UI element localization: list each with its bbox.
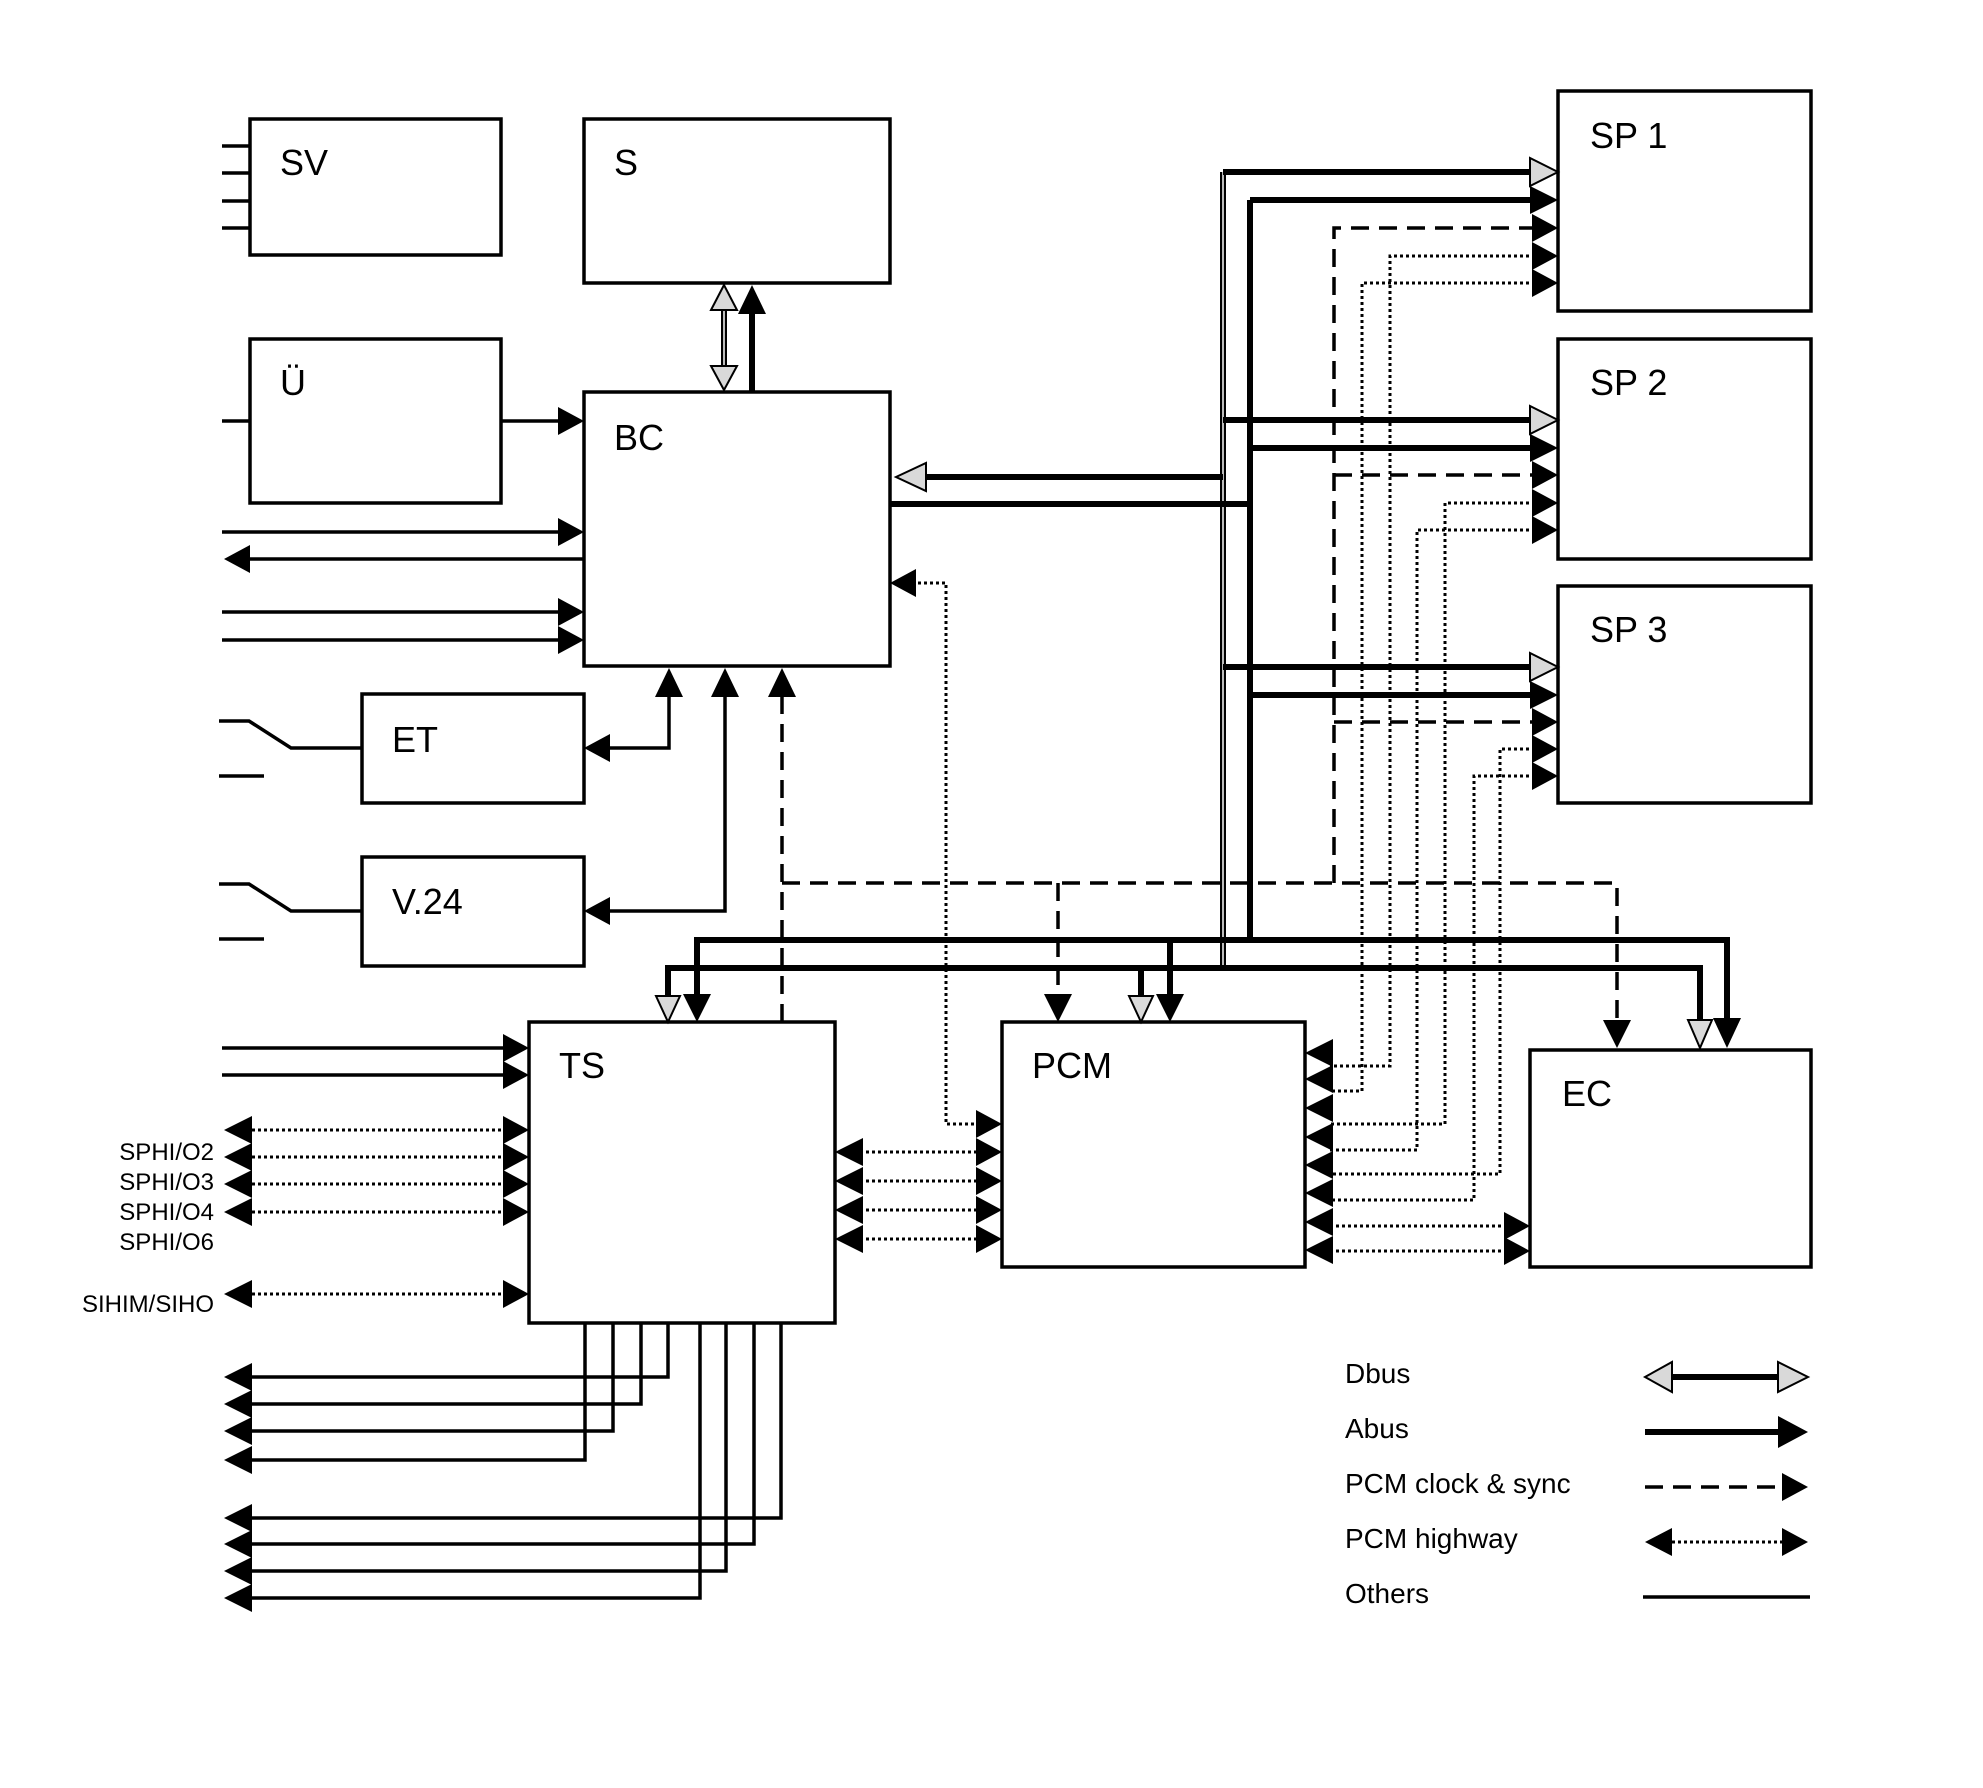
label-sphio3: SPHI/O3 bbox=[119, 1169, 214, 1196]
block-sv-label: SV bbox=[280, 142, 328, 183]
block-sv: SV bbox=[248, 117, 503, 257]
label-sphio6: SPHI/O6 bbox=[119, 1229, 214, 1256]
block-ts: TS bbox=[527, 1020, 837, 1325]
block-sp1: SP 1 bbox=[1556, 89, 1813, 313]
legend-item-dbus: Dbus bbox=[1345, 1358, 1811, 1394]
block-ue-label: Ü bbox=[280, 362, 306, 403]
block-pcm: PCM bbox=[1000, 1020, 1307, 1269]
block-v24: V.24 bbox=[360, 855, 586, 968]
pcm-left-pin-arrows bbox=[976, 1110, 1002, 1253]
block-ue: Ü bbox=[248, 337, 503, 505]
legend-label-others: Others bbox=[1345, 1578, 1429, 1609]
pcm-right-pin-arrows bbox=[1305, 1039, 1333, 1264]
et-bc-line bbox=[584, 668, 683, 762]
ts-bottom-outputs bbox=[224, 1323, 783, 1612]
block-sp2-label: SP 2 bbox=[1590, 362, 1667, 403]
block-ec-label: EC bbox=[1562, 1073, 1612, 1114]
block-ec: EC bbox=[1528, 1048, 1813, 1269]
block-sp3: SP 3 bbox=[1556, 584, 1813, 805]
legend-item-others: Others bbox=[1345, 1578, 1810, 1609]
legend-item-abus: Abus bbox=[1345, 1413, 1808, 1448]
pcm-clock-sync-lines bbox=[768, 226, 1631, 1048]
legend-item-pcm-clock-sync: PCM clock & sync bbox=[1345, 1468, 1808, 1501]
block-s-label: S bbox=[614, 142, 638, 183]
block-v24-label: V.24 bbox=[392, 881, 463, 922]
block-pcm-label: PCM bbox=[1032, 1045, 1112, 1086]
legend: Dbus Abus PCM clock & sync PCM highway O… bbox=[1345, 1358, 1811, 1609]
s-bc-buses bbox=[709, 282, 766, 393]
legend-item-pcm-highway: PCM highway bbox=[1345, 1523, 1808, 1556]
block-sp2: SP 2 bbox=[1556, 337, 1813, 561]
v24-bc-line bbox=[584, 668, 739, 925]
block-ts-label: TS bbox=[559, 1045, 605, 1086]
bc-left-io-lines bbox=[222, 518, 584, 654]
label-sphio2: SPHI/O2 bbox=[119, 1139, 214, 1166]
et-line-switch bbox=[219, 719, 362, 778]
legend-label-pcm-highway: PCM highway bbox=[1345, 1523, 1518, 1554]
ts-side-labels: SPHI/O2 SPHI/O3 SPHI/O4 SPHI/O6 SIHIM/SI… bbox=[82, 1139, 214, 1318]
block-et-label: ET bbox=[392, 719, 438, 760]
legend-label-pcm-clock-sync: PCM clock & sync bbox=[1345, 1468, 1571, 1499]
bc-sp-buses bbox=[890, 156, 1561, 968]
ts-left-inputs bbox=[222, 1034, 529, 1089]
block-bc: BC bbox=[582, 390, 892, 668]
label-sihim-siho: SIHIM/SIHO bbox=[82, 1291, 214, 1318]
legend-label-abus: Abus bbox=[1345, 1413, 1409, 1444]
ec-pin-arrows bbox=[1504, 1212, 1530, 1265]
label-sphio4: SPHI/O4 bbox=[119, 1199, 214, 1226]
sv-input-stubs bbox=[222, 144, 250, 230]
ts-left-highways bbox=[224, 1116, 529, 1308]
ts-right-pin-arrows bbox=[835, 1138, 863, 1253]
block-sp1-label: SP 1 bbox=[1590, 115, 1667, 156]
legend-label-dbus: Dbus bbox=[1345, 1358, 1410, 1389]
block-sp3-label: SP 3 bbox=[1590, 609, 1667, 650]
block-et: ET bbox=[360, 692, 586, 805]
block-bc-label: BC bbox=[614, 417, 664, 458]
block-s: S bbox=[582, 117, 892, 285]
block-diagram: SV S Ü BC ET V.24 TS PCM EC SP 1 SP 2 SP… bbox=[82, 89, 1813, 1612]
v24-line-switch bbox=[219, 882, 362, 941]
